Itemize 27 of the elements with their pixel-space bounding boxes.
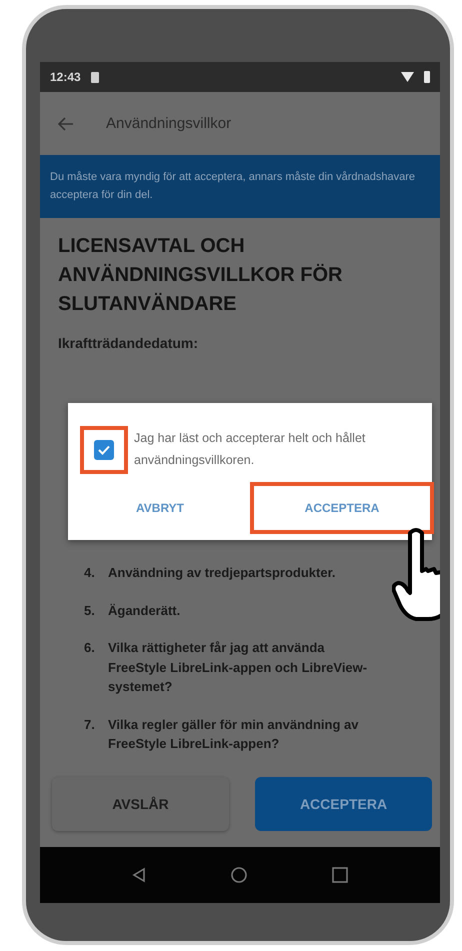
effective-date-label: Ikraftträdandedatum:	[58, 335, 200, 352]
section-title[interactable]: Vilka regler gäller för min användning av FreeStyle LibreLink-appen?	[108, 714, 373, 754]
cancel-button[interactable]: AVBRYT	[68, 482, 252, 534]
app-bar-title: Användningsvillkor	[106, 115, 232, 132]
accept-button[interactable]: ACCEPTERA	[255, 777, 432, 831]
back-arrow-icon[interactable]	[58, 116, 74, 130]
checkbox-label: Jag har läst och accepterar helt och hållet användningsvillkoren.	[134, 430, 366, 469]
recents-icon[interactable]	[332, 867, 348, 883]
decline-button[interactable]: AVSLÅR	[52, 777, 229, 831]
consent-checkbox[interactable]	[94, 440, 114, 460]
dialog-accept-button[interactable]: ACCEPTERA	[250, 482, 434, 534]
home-icon[interactable]	[230, 866, 248, 884]
section-title[interactable]: Användning av tredjepartsprodukter.	[108, 563, 336, 583]
battery-saver-icon	[90, 72, 99, 82]
section-title[interactable]: Äganderätt.	[108, 600, 180, 620]
battery-icon	[424, 71, 430, 83]
section-number: 6.	[84, 639, 96, 658]
section-number: 4.	[84, 564, 96, 582]
info-banner: Du måste vara myndig för att acceptera, annars måste din vårdnadshavare acceptera för din del.	[40, 155, 440, 218]
wifi-icon	[401, 72, 414, 82]
agreement-heading: LICENSAVTAL OCH ANVÄNDNINGSVILLKOR FÖR SLUTANVÄNDARE	[58, 234, 344, 318]
section-number: 5.	[84, 602, 96, 620]
section-title[interactable]: Vilka rättigheter får jag att använda FreeStyle LibreLink-appen och LibreView-systemet?	[108, 638, 373, 697]
status-time: 12:43	[50, 70, 81, 84]
checkmark-icon	[98, 444, 110, 454]
section-number: 7.	[84, 716, 96, 734]
back-icon[interactable]	[132, 867, 146, 883]
